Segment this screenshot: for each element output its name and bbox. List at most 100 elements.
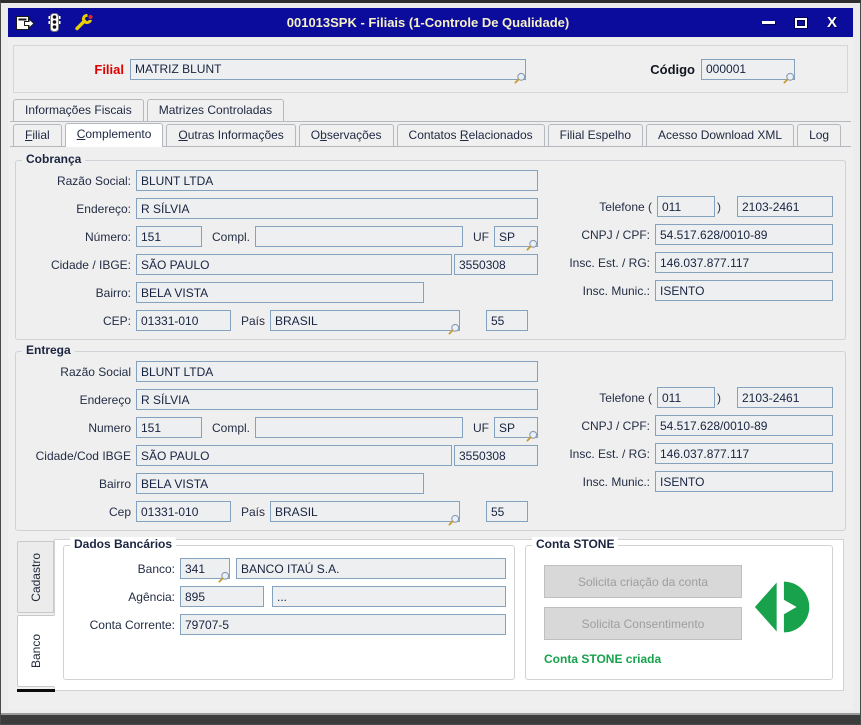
- cobranca-insc-mun-label: Insc. Munic.:: [582, 283, 650, 298]
- solicita-consentimento-button[interactable]: Solicita Consentimento: [544, 607, 742, 640]
- minimize-button[interactable]: [761, 15, 775, 31]
- tab-filial[interactable]: Filial: [13, 124, 62, 146]
- filial-lookup-icon[interactable]: [514, 72, 526, 84]
- tab-matrizes-controladas[interactable]: Matrizes Controladas: [146, 99, 285, 121]
- cobranca-uf-lookup-icon[interactable]: [526, 239, 538, 251]
- wrench-icon[interactable]: [74, 14, 94, 31]
- cobranca-razao-social-input[interactable]: [136, 170, 538, 191]
- tab-complemento[interactable]: Complemento: [64, 123, 164, 147]
- traffic-light-icon[interactable]: [48, 13, 61, 32]
- cobranca-numero-label: Número:: [84, 229, 131, 244]
- cobranca-cnpj-input[interactable]: [655, 224, 833, 245]
- entrega-insc-est-input[interactable]: [655, 443, 833, 464]
- entrega-telefone-close-paren: ): [717, 390, 721, 405]
- cobranca-cep-label: CEP:: [102, 313, 131, 328]
- cobranca-uf-label: UF: [473, 229, 489, 244]
- entrega-right-column: Telefone ( ) CNPJ / CPF: Insc. Est. / RG…: [531, 387, 833, 499]
- window-title: 001013SPK - Filiais (1-Controle De Quali…: [286, 15, 570, 30]
- tab-acesso-download-xml[interactable]: Acesso Download XML: [646, 124, 795, 146]
- entrega-razao-social-label: Razão Social: [60, 364, 131, 379]
- codigo-label: Código: [650, 61, 695, 77]
- tab-observacoes[interactable]: Observações: [298, 124, 394, 146]
- entrega-compl-input[interactable]: [255, 417, 463, 438]
- tab-contatos-relacionados[interactable]: Contatos Relacionados: [396, 124, 545, 146]
- cobranca-pais-lookup-icon[interactable]: [448, 323, 460, 335]
- agencia-extra-input[interactable]: [272, 586, 506, 607]
- cobranca-telefone-label: Telefone (: [599, 199, 652, 214]
- close-button[interactable]: X: [827, 14, 837, 31]
- codigo-input[interactable]: [701, 58, 795, 80]
- banco-tab-page: Dados Bancários Banco: 341 BANCO ITAÚ S.…: [54, 537, 844, 691]
- tab-outras-informacoes[interactable]: Outras Informações: [166, 124, 296, 146]
- bottom-vertical-tabs: Cadastro Banco: [17, 541, 55, 692]
- entrega-ddd-input[interactable]: [657, 387, 715, 408]
- window-bottom-edge: [1, 713, 860, 724]
- conta-stone-group: Conta STONE Solicita criação da conta So…: [525, 537, 833, 680]
- entrega-left-column: Razão Social Endereço Numero Compl. UF: [24, 361, 538, 526]
- cobranca-cnpj-label: CNPJ / CPF:: [581, 227, 650, 242]
- entrega-cidade-label: Cidade/Cod IBGE: [35, 448, 131, 463]
- cobranca-ddd-input[interactable]: [657, 196, 715, 217]
- entrega-pais-label: País: [241, 504, 266, 519]
- conta-corrente-input[interactable]: [180, 614, 506, 635]
- solicita-criacao-conta-button[interactable]: Solicita criação da conta: [544, 565, 742, 598]
- dados-bancarios-title: Dados Bancários: [70, 537, 177, 551]
- tabbar-top: Informações Fiscais Matrizes Controladas: [10, 97, 851, 122]
- tab-filial-espelho[interactable]: Filial Espelho: [547, 124, 644, 146]
- entrega-insc-mun-label: Insc. Munic.:: [582, 474, 650, 489]
- cobranca-telefone-input[interactable]: [737, 196, 833, 217]
- tab-banco-label: Banco: [29, 633, 43, 669]
- cobranca-cep-input[interactable]: [136, 310, 231, 331]
- cobranca-cidade-label: Cidade / IBGE:: [50, 257, 131, 272]
- cobranca-ibge-input[interactable]: [454, 254, 538, 275]
- entrega-telefone-label: Telefone (: [599, 390, 652, 405]
- entrega-cidade-input[interactable]: [136, 445, 452, 466]
- tab-log[interactable]: Log: [797, 124, 842, 146]
- maximize-icon: [794, 17, 807, 28]
- entrega-cnpj-label: CNPJ / CPF:: [581, 418, 650, 433]
- cobranca-pais-input[interactable]: [270, 310, 461, 331]
- banco-lookup-icon[interactable]: [218, 571, 230, 583]
- cobranca-numero-input[interactable]: [136, 226, 202, 247]
- stone-logo-icon: [754, 578, 812, 636]
- banco-nome-input[interactable]: [236, 558, 506, 579]
- maximize-button[interactable]: [794, 15, 807, 31]
- cobranca-cidade-input[interactable]: [136, 254, 452, 275]
- client-area: Filial Código Informações Fiscais Matriz…: [8, 39, 853, 710]
- filial-input[interactable]: [130, 58, 526, 80]
- app-window: 001013SPK - Filiais (1-Controle De Quali…: [0, 0, 861, 725]
- entrega-pais-lookup-icon[interactable]: [448, 514, 460, 526]
- entrega-uf-lookup-icon[interactable]: [526, 430, 538, 442]
- banco-label: Banco:: [137, 561, 175, 576]
- entrega-telefone-input[interactable]: [737, 387, 833, 408]
- entrega-endereco-input[interactable]: [136, 389, 538, 410]
- tab-cadastro[interactable]: Cadastro: [17, 541, 54, 613]
- cobranca-insc-est-input[interactable]: [655, 252, 833, 273]
- tab-informacoes-fiscais[interactable]: Informações Fiscais: [13, 99, 144, 121]
- entrega-pais-codigo-input[interactable]: [486, 501, 528, 522]
- cobranca-insc-mun-input[interactable]: [655, 280, 833, 301]
- conta-stone-title: Conta STONE: [532, 537, 619, 551]
- entrega-bairro-input[interactable]: [136, 473, 424, 494]
- entrega-cep-input[interactable]: [136, 501, 231, 522]
- cobranca-endereco-input[interactable]: [136, 198, 538, 219]
- cobranca-compl-input[interactable]: [255, 226, 463, 247]
- cobranca-telefone-close-paren: ): [717, 199, 721, 214]
- exit-icon[interactable]: [16, 15, 35, 31]
- cobranca-pais-codigo-input[interactable]: [486, 310, 528, 331]
- cobranca-bairro-input[interactable]: [136, 282, 424, 303]
- tab-banco[interactable]: Banco: [17, 615, 55, 687]
- entrega-razao-social-input[interactable]: [136, 361, 538, 382]
- codigo-lookup-icon[interactable]: [783, 72, 795, 84]
- filial-label: Filial: [94, 61, 124, 77]
- cobranca-razao-social-label: Razão Social:: [56, 173, 131, 188]
- entrega-ibge-input[interactable]: [454, 445, 538, 466]
- agencia-input[interactable]: [180, 586, 264, 607]
- conta-stone-status: Conta STONE criada: [544, 652, 662, 666]
- entrega-cnpj-input[interactable]: [655, 415, 833, 436]
- cobranca-group-title: Cobrança: [22, 152, 86, 166]
- entrega-pais-input[interactable]: [270, 501, 461, 522]
- entrega-compl-label: Compl.: [212, 420, 251, 435]
- entrega-numero-input[interactable]: [136, 417, 202, 438]
- entrega-insc-mun-input[interactable]: [655, 471, 833, 492]
